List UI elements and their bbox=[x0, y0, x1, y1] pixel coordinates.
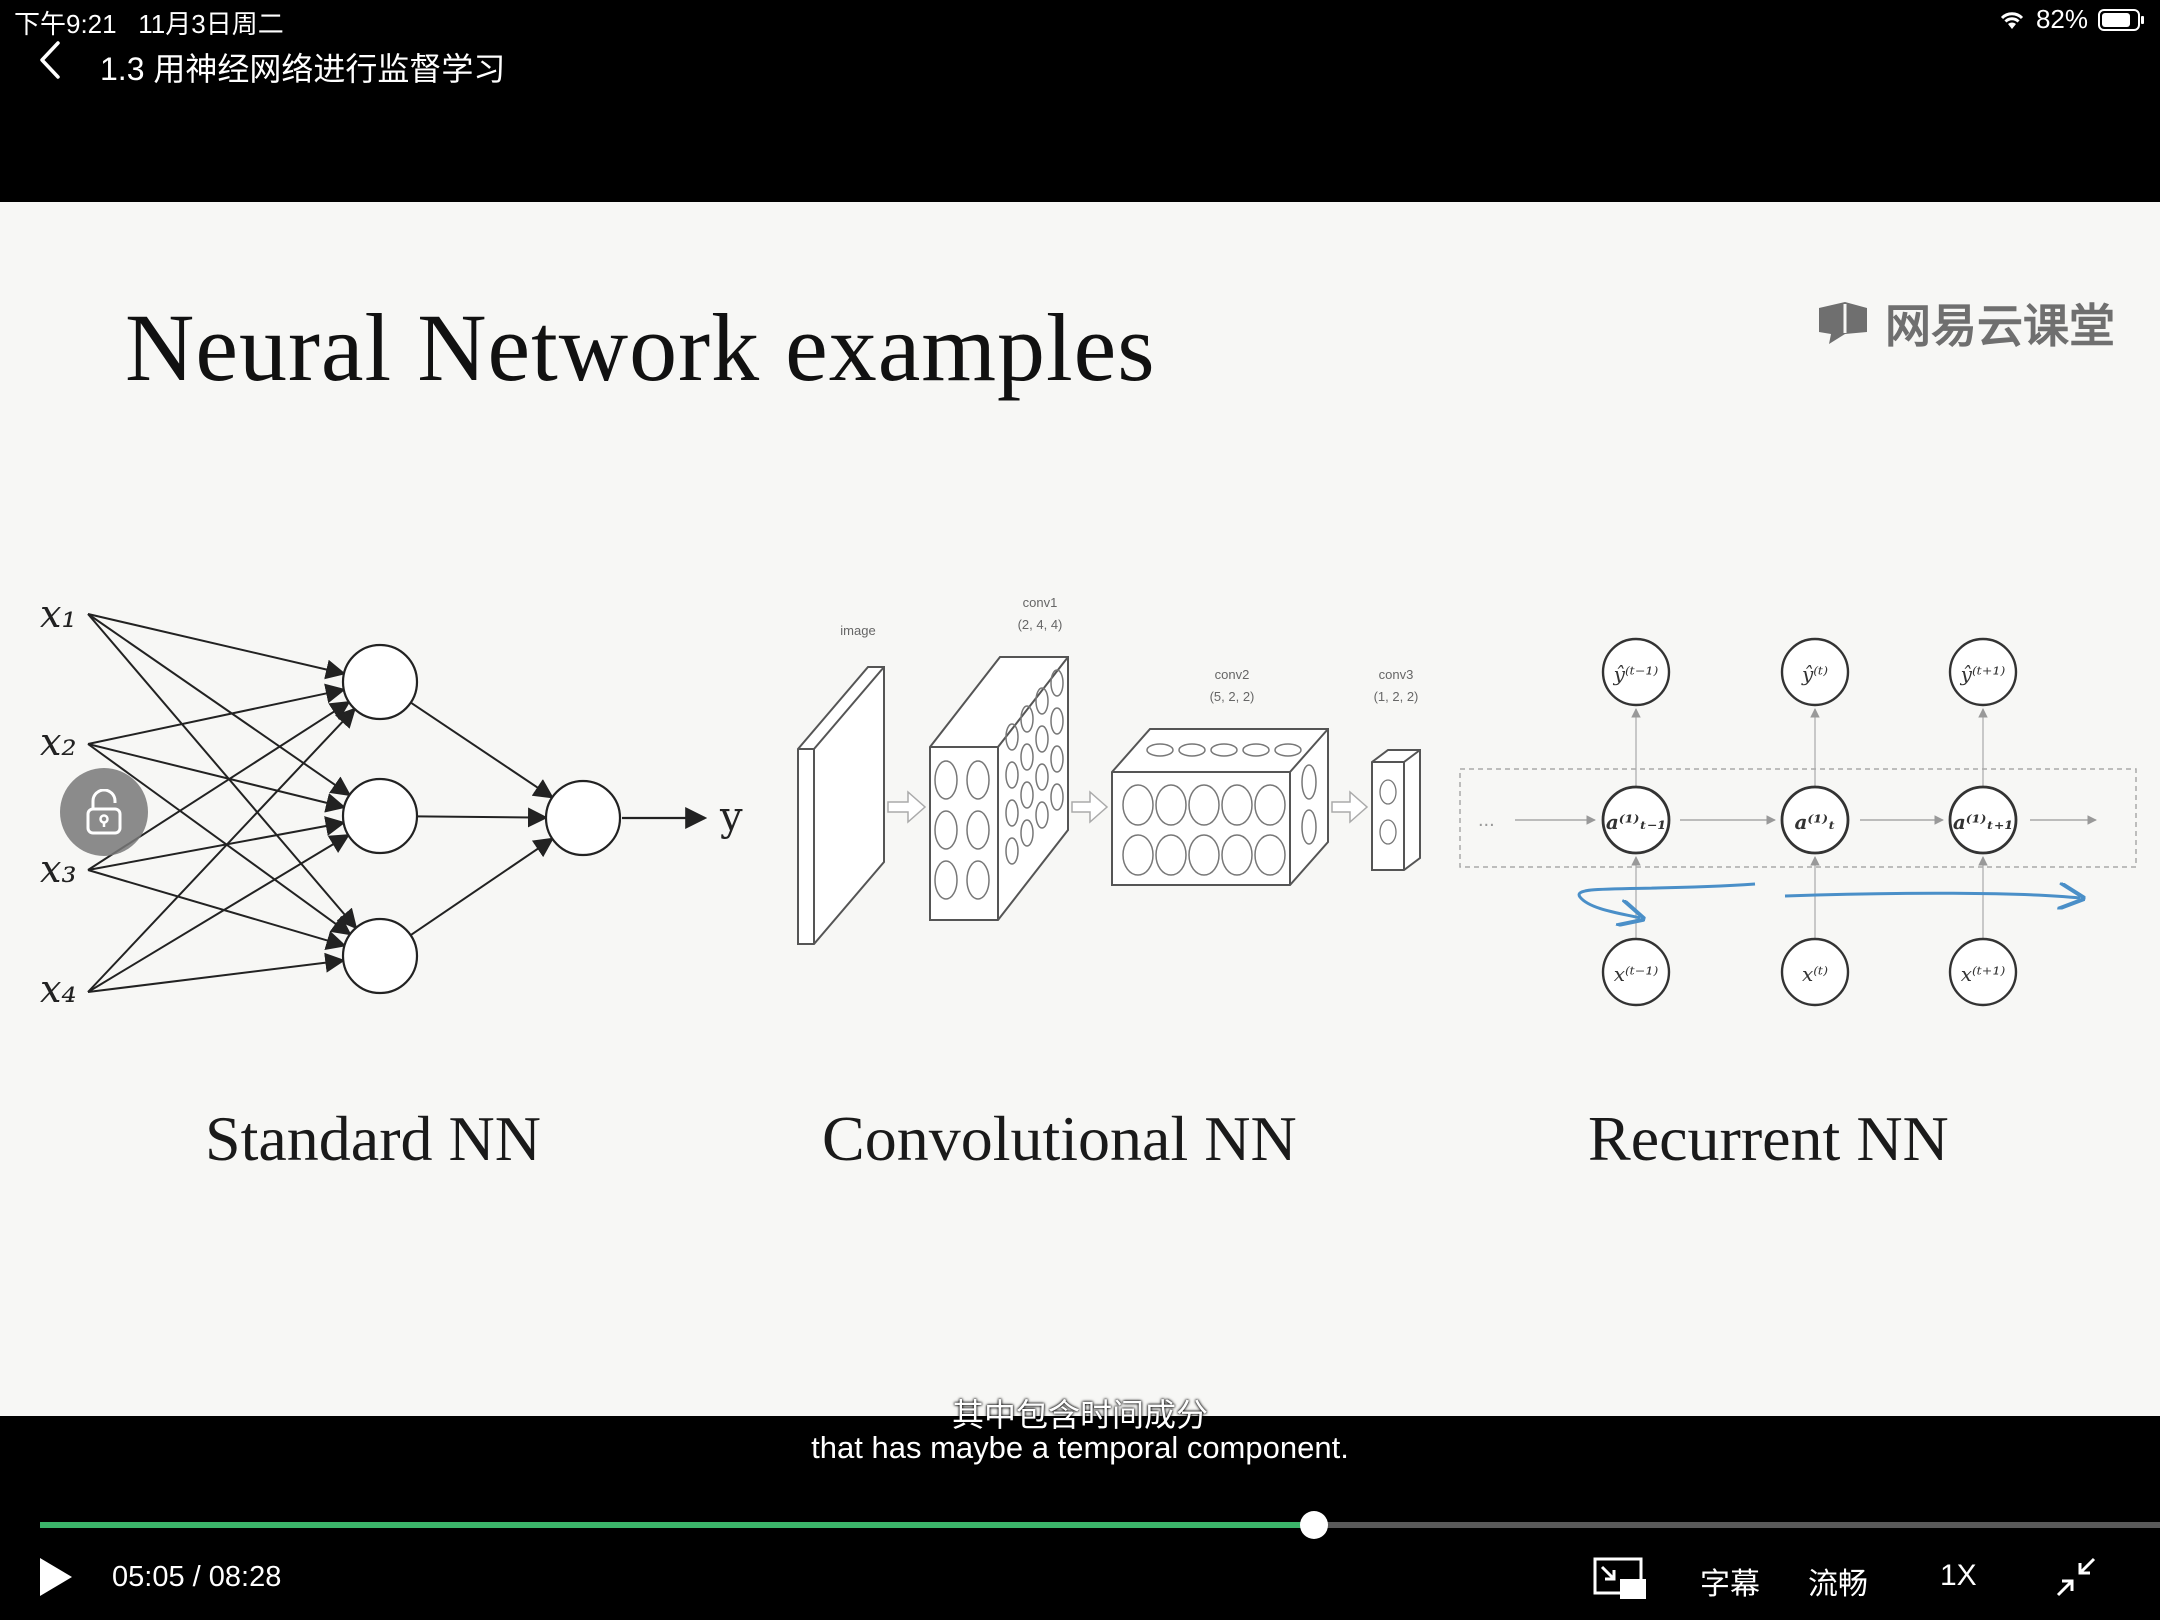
progress-fill bbox=[40, 1522, 1315, 1528]
status-date: 11月3日周二 bbox=[138, 9, 284, 39]
subtitle-english: that has maybe a temporal component. bbox=[811, 1430, 1349, 1465]
play-icon bbox=[40, 1558, 72, 1596]
status-time: 下午9:21 bbox=[14, 9, 117, 39]
cnn-conv2-label: conv2 bbox=[1215, 667, 1250, 682]
edge-x4-h2 bbox=[87, 834, 351, 993]
rnn-input-label-3: x⁽ᵗ⁺¹⁾ bbox=[1961, 962, 2006, 986]
output-label-y: y bbox=[719, 794, 743, 840]
screen-lock-button[interactable] bbox=[60, 768, 148, 856]
rnn-ellipsis: ... bbox=[1478, 809, 1495, 831]
picture-in-picture-icon bbox=[1593, 1557, 1646, 1599]
rnn-output-label-3: ŷ⁽ᵗ⁺¹⁾ bbox=[1960, 662, 2006, 686]
back-button[interactable] bbox=[30, 40, 70, 80]
cnn-conv1-label: conv1 bbox=[1023, 595, 1058, 610]
cnn-conv3-block bbox=[1371, 749, 1421, 871]
rnn-hidden-label-3: a⁽¹⁾ₜ₊₁ bbox=[1953, 810, 2013, 834]
convolutional-nn-diagram: image conv1 (2, 4, 4) conv2 (5, 2, 2) co… bbox=[797, 595, 1421, 945]
rnn-input-label-1: x⁽ᵗ⁻¹⁾ bbox=[1614, 962, 1659, 986]
cnn-conv3-label: conv3 bbox=[1379, 667, 1414, 682]
label-convolutional-nn: Convolutional NN bbox=[822, 1103, 1297, 1174]
cnn-arrow-2 bbox=[1071, 790, 1109, 824]
edge-x2-h1 bbox=[87, 683, 346, 745]
edge-h2-out bbox=[416, 807, 549, 828]
input-label-x1: x₁ bbox=[40, 592, 77, 636]
rnn-output-label-1: ŷ⁽ᵗ⁻¹⁾ bbox=[1613, 662, 1659, 686]
rnn-forward-arrow bbox=[1784, 893, 2080, 898]
hidden-neuron-2 bbox=[341, 777, 419, 855]
subtitle-button[interactable]: 字幕 bbox=[1700, 1559, 1760, 1603]
progress-thumb[interactable] bbox=[1300, 1511, 1329, 1539]
video-frame[interactable]: Neural Network examples 网易云课堂 x₁ x₂ x₃ x… bbox=[0, 202, 2160, 1416]
label-standard-nn: Standard NN bbox=[205, 1103, 541, 1174]
time-display: 05:05 / 08:28 bbox=[112, 1561, 281, 1594]
quality-button[interactable]: 流畅 bbox=[1808, 1559, 1868, 1603]
speed-button[interactable]: 1X bbox=[1940, 1559, 1977, 1593]
cnn-image-label: image bbox=[840, 623, 875, 638]
edge-x1-h1 bbox=[87, 613, 346, 680]
standard-nn-nodes bbox=[341, 643, 622, 995]
input-label-x3: x₃ bbox=[40, 847, 77, 891]
status-time-date: 下午9:21 11月3日周二 bbox=[14, 4, 284, 41]
output-neuron bbox=[544, 779, 622, 857]
battery-icon bbox=[2098, 8, 2146, 32]
cnn-arrow-1 bbox=[887, 790, 927, 824]
rnn-hidden-label-1: a⁽¹⁾ₜ₋₁ bbox=[1606, 810, 1666, 834]
edge-x4-h1 bbox=[87, 707, 357, 993]
input-label-x4: x₄ bbox=[40, 967, 77, 1011]
cnn-image-slab bbox=[797, 666, 885, 945]
hidden-neuron-1 bbox=[341, 643, 419, 721]
cnn-conv2-dims: (5, 2, 2) bbox=[1210, 689, 1255, 704]
wifi-icon bbox=[1998, 9, 2026, 31]
video-title: 1.3 用神经网络进行监督学习 bbox=[100, 51, 506, 87]
rnn-nodes: ŷ⁽ᵗ⁻¹⁾ a⁽¹⁾ₜ₋₁ x⁽ᵗ⁻¹⁾ ŷ⁽ᵗ⁾ a⁽¹⁾ₜ x⁽ᵗ⁾ ŷ⁽ᵗ⁺¹⁾ a⁽… bbox=[1601, 637, 2018, 1007]
recurrent-nn-diagram: ... ŷ⁽ᵗ⁻¹⁾ a⁽¹⁾ₜ₋₁ x⁽ᵗ⁻¹⁾ ŷ⁽ᵗ⁾ a⁽¹⁾ₜ x⁽ᵗ⁾ ŷ⁽ᵗ⁺… bbox=[1459, 637, 2137, 1007]
battery-percent: 82% bbox=[2035, 4, 2088, 34]
cnn-conv1-dims: (2, 4, 4) bbox=[1018, 617, 1063, 632]
edge-x3-h3 bbox=[87, 869, 347, 951]
picture-in-picture-button[interactable] bbox=[1592, 1555, 1648, 1603]
rnn-output-label-2: ŷ⁽ᵗ⁾ bbox=[1801, 662, 1828, 686]
edge-h1-out bbox=[410, 701, 554, 799]
current-time: 05:05 bbox=[112, 1561, 185, 1593]
cnn-arrow-3 bbox=[1331, 790, 1369, 824]
exit-fullscreen-icon bbox=[2056, 1557, 2096, 1597]
edge-h3-out bbox=[410, 837, 555, 937]
cnn-conv2-block bbox=[1111, 728, 1329, 886]
exit-fullscreen-button[interactable] bbox=[2054, 1555, 2098, 1599]
status-bar: 下午9:21 11月3日周二 82% bbox=[0, 0, 2160, 40]
network-diagrams: x₁ x₂ x₃ x₄ y image conv1 (2, 4, 4) conv… bbox=[40, 592, 2137, 1011]
rnn-backward-arrow bbox=[1577, 882, 1756, 918]
status-right: 82% bbox=[1998, 4, 2146, 35]
title-bar: 1.3 用神经网络进行监督学习 bbox=[0, 40, 2160, 130]
input-label-x2: x₂ bbox=[40, 720, 77, 764]
chevron-left-icon bbox=[40, 41, 60, 79]
progress-bar[interactable] bbox=[40, 1511, 2160, 1539]
label-recurrent-nn: Recurrent NN bbox=[1588, 1103, 1949, 1174]
play-button[interactable] bbox=[36, 1555, 76, 1599]
edge-x4-h3 bbox=[87, 952, 346, 993]
player-controls: 05:05 / 08:28 字幕 流畅 1X bbox=[0, 1545, 2160, 1615]
rnn-hidden-label-2: a⁽¹⁾ₜ bbox=[1794, 810, 1835, 834]
time-separator: / bbox=[184, 1561, 209, 1593]
total-time: 08:28 bbox=[208, 1561, 282, 1593]
hidden-neuron-3 bbox=[341, 917, 419, 995]
standard-nn-edges bbox=[87, 613, 555, 993]
rnn-input-label-2: x⁽ᵗ⁾ bbox=[1802, 962, 1828, 986]
cnn-conv3-dims: (1, 2, 2) bbox=[1374, 689, 1419, 704]
unlock-icon bbox=[86, 789, 122, 835]
